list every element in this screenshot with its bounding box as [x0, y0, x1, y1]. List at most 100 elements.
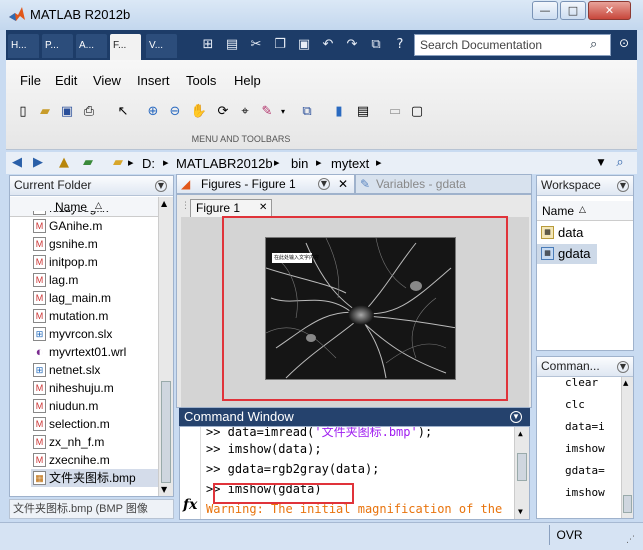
history-item[interactable]: data=i — [565, 416, 621, 438]
menu-edit[interactable]: Edit — [55, 73, 77, 88]
file-list-item[interactable]: ⊞ netnet.slx — [31, 361, 158, 379]
search-documentation-input[interactable]: Search Documentation — [414, 34, 611, 56]
crumb-matlabr2012b[interactable]: MATLABR2012b — [176, 156, 273, 171]
save-figure-icon[interactable]: ▣ — [58, 103, 76, 121]
search-folder-icon[interactable]: ⌕ — [612, 155, 628, 171]
workspace-menu-icon[interactable]: ▼ — [617, 180, 629, 192]
new-figure-icon[interactable]: ▯ — [14, 103, 32, 121]
history-item[interactable]: imshow — [565, 438, 621, 460]
history-scroll-up-icon[interactable]: ▲ — [623, 379, 628, 387]
up-folder-icon[interactable]: ▲ — [56, 155, 72, 171]
function-browser-icon[interactable]: fx — [183, 497, 197, 513]
browse-folder-icon[interactable]: ▰ — [80, 155, 96, 171]
tab-plots[interactable]: P... — [42, 34, 73, 58]
zoom-out-icon[interactable]: ⊖ — [166, 103, 184, 121]
file-list-item[interactable]: Mzxecnihe.m — [31, 451, 158, 469]
workspace-var-gdata[interactable]: ▦ gdata — [537, 244, 597, 264]
menu-file[interactable]: File — [20, 73, 41, 88]
history-item[interactable]: clc — [565, 394, 621, 416]
scroll-down-icon[interactable]: ▼ — [161, 485, 167, 494]
cmd-scroll-thumb[interactable] — [517, 453, 527, 481]
doc-tab-close-icon[interactable]: ✕ — [259, 202, 267, 213]
close-window-button[interactable]: ✕ — [588, 1, 631, 20]
menu-tools[interactable]: Tools — [186, 73, 216, 88]
figures-close-icon[interactable]: ✕ — [338, 177, 348, 191]
pointer-icon[interactable]: ↖ — [114, 103, 132, 121]
workspace-var-data[interactable]: ▦ data — [537, 224, 633, 242]
file-list-item[interactable]: ◐ myvrtext01.wrl — [31, 343, 158, 361]
file-list-item[interactable]: Mselection.m — [31, 415, 158, 433]
tab-figure[interactable]: F... — [110, 34, 141, 60]
command-window[interactable]: >> data=imread('文件夹图标.bmp'); >> imshow(d… — [179, 426, 530, 520]
open-file-icon[interactable]: ▰ — [36, 103, 54, 121]
history-item[interactable]: gdata= — [565, 460, 621, 482]
file-list-item[interactable]: Mlag_main.m — [31, 289, 158, 307]
save-icon[interactable]: ▤ — [222, 35, 242, 55]
figure-1-doc-tab[interactable]: Figure 1 ✕ — [190, 199, 272, 217]
back-icon[interactable]: ◀ — [9, 155, 25, 171]
file-list-item[interactable]: Minitpop.m — [31, 253, 158, 271]
menu-view[interactable]: View — [93, 73, 121, 88]
file-list-item[interactable]: Mmutation.m — [31, 307, 158, 325]
resize-grip-icon[interactable]: ⋰ — [626, 535, 635, 545]
crumb-drive[interactable]: D: — [142, 156, 155, 171]
panel-menu-icon[interactable]: ▼ — [155, 180, 167, 192]
history-scrollbar[interactable]: ▲ — [621, 377, 633, 518]
command-window-menu-icon[interactable]: ▼ — [510, 411, 522, 423]
colorbar-icon[interactable]: ▮ — [330, 103, 348, 121]
forward-icon[interactable]: ▶ — [30, 155, 46, 171]
minimize-button[interactable]: — — [532, 1, 558, 20]
pan-hand-icon[interactable]: ✋ — [190, 103, 208, 121]
file-list-item[interactable]: Mzx_nh_f.m — [31, 433, 158, 451]
scroll-up-icon[interactable]: ▲ — [161, 199, 167, 208]
variables-tab[interactable]: ✎ Variables - gdata — [355, 174, 532, 194]
figures-menu-icon[interactable]: ▼ — [318, 178, 330, 190]
paste-icon[interactable]: ▣ — [294, 35, 314, 55]
tab-home[interactable]: H... — [8, 34, 39, 58]
cmd-scroll-up-icon[interactable]: ▲ — [518, 429, 523, 438]
command-scrollbar[interactable]: ▲ ▼ — [514, 427, 529, 519]
menu-insert[interactable]: Insert — [137, 73, 170, 88]
legend-icon[interactable]: ▤ — [354, 103, 372, 121]
copy-icon[interactable]: ❐ — [270, 35, 290, 55]
help-icon[interactable]: ? — [390, 35, 410, 55]
file-list-item[interactable]: Mniudun.m — [31, 397, 158, 415]
address-dropdown-icon[interactable]: ▼ — [593, 155, 609, 171]
history-scroll-thumb[interactable] — [623, 495, 632, 513]
file-list-item[interactable]: ▦ 文件夹图标.bmp — [31, 469, 158, 487]
file-name: netnet.slx — [49, 363, 101, 377]
file-list-item[interactable]: M GAnihe.m — [31, 217, 158, 235]
cut-icon[interactable]: ✂ — [246, 35, 266, 55]
file-list-scrollbar[interactable]: ▲ ▼ — [158, 197, 173, 496]
crumb-mytext[interactable]: mytext — [331, 156, 369, 171]
workspace-column-header[interactable]: Name △ — [537, 201, 633, 221]
crumb-bin[interactable]: bin — [291, 156, 308, 171]
show-plot-tools-icon[interactable]: ▢ — [408, 103, 426, 121]
undo-icon[interactable]: ↶ — [318, 35, 338, 55]
link-plot-icon[interactable]: ⧉ — [298, 103, 316, 121]
file-list-item[interactable]: Mniheshuju.m — [31, 379, 158, 397]
maximize-button[interactable]: □ — [560, 1, 586, 20]
brush-dropdown-icon[interactable]: ▾ — [274, 103, 292, 121]
tab-view[interactable]: V... — [146, 34, 177, 58]
search-icon[interactable]: ⌕ — [590, 37, 606, 53]
data-cursor-icon[interactable]: ⌖ — [236, 103, 254, 121]
scroll-thumb[interactable] — [161, 381, 171, 483]
switch-windows-icon[interactable]: ⧉ — [366, 35, 386, 55]
toolstrip-expand-icon[interactable]: ⊙ — [615, 36, 633, 54]
redo-icon[interactable]: ↷ — [342, 35, 362, 55]
hide-plot-tools-icon[interactable]: ▭ — [386, 103, 404, 121]
cmd-scroll-down-icon[interactable]: ▼ — [518, 507, 523, 516]
zoom-in-icon[interactable]: ⊕ — [144, 103, 162, 121]
figures-tab[interactable]: ◢ Figures - Figure 1 ▼ ✕ — [176, 174, 355, 194]
print-icon[interactable]: ⎙ — [80, 103, 98, 121]
rotate-3d-icon[interactable]: ⟳ — [214, 103, 232, 121]
file-list-item[interactable]: Mlag.m — [31, 271, 158, 289]
tab-apps[interactable]: A... — [76, 34, 107, 58]
file-list-item[interactable]: ⊞ myvrcon.slx — [31, 325, 158, 343]
history-item[interactable]: imshow — [565, 482, 621, 504]
history-item[interactable]: clear — [565, 372, 621, 394]
new-icon[interactable]: ⊞ — [198, 35, 218, 55]
file-list-item[interactable]: Mgsnihe.m — [31, 235, 158, 253]
menu-help[interactable]: Help — [234, 73, 261, 88]
